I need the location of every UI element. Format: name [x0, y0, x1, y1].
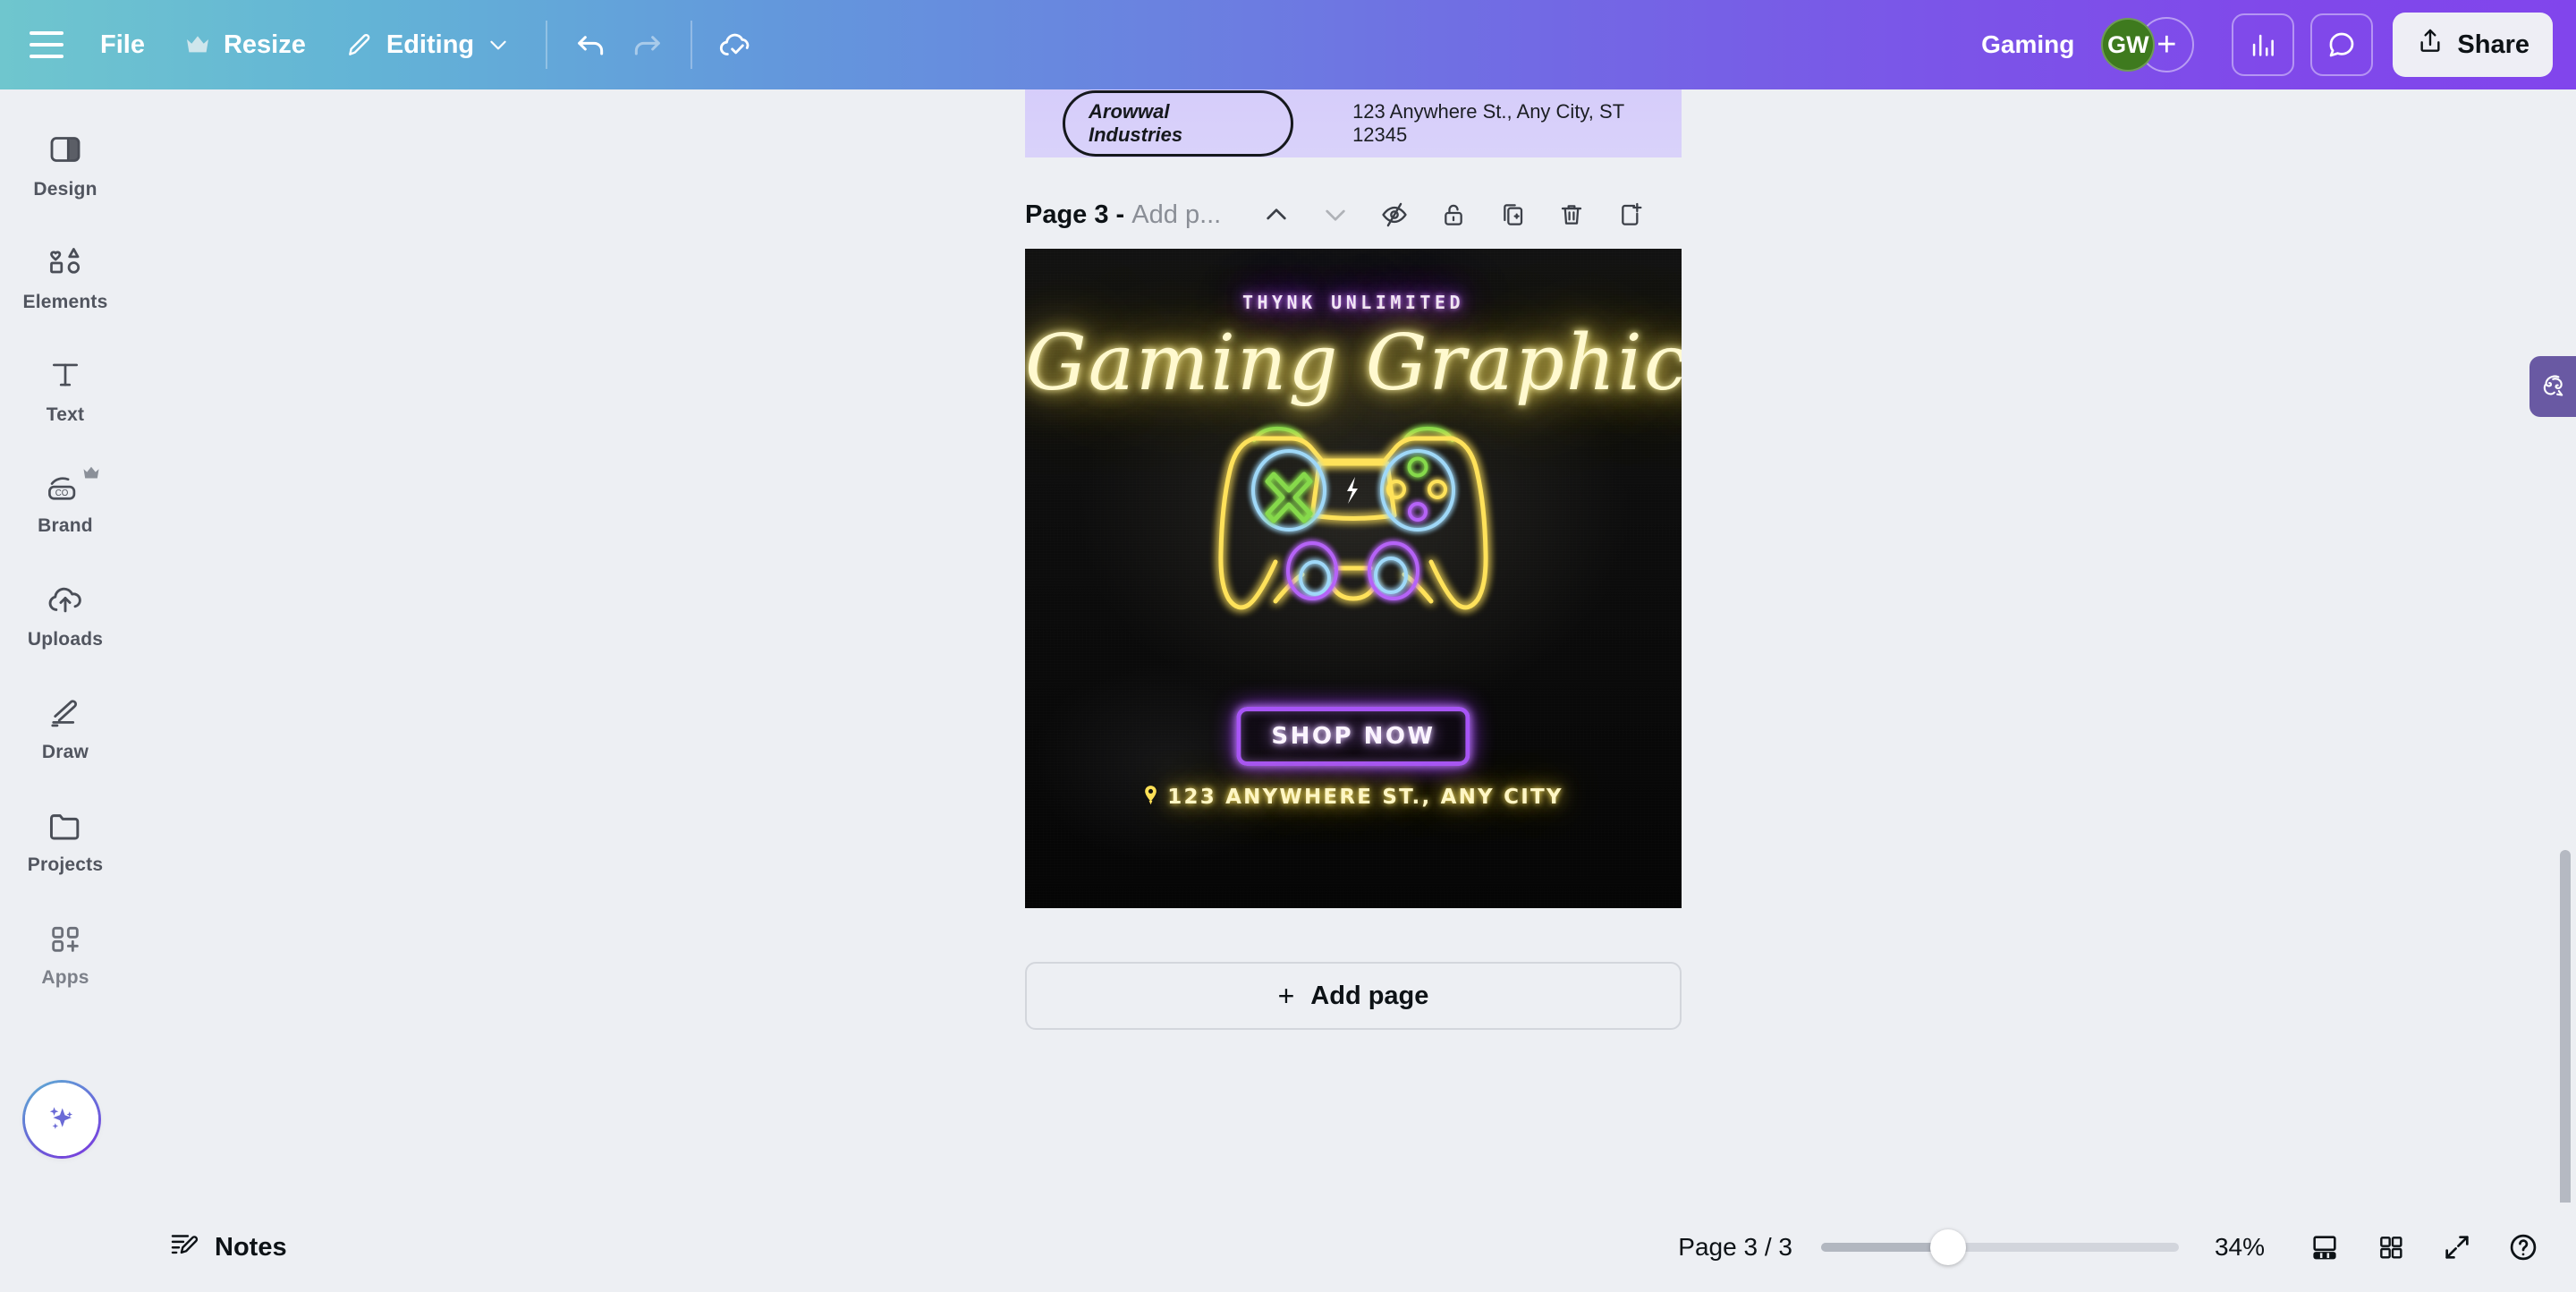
apps-grid-plus-icon [47, 922, 83, 960]
share-label: Share [2457, 30, 2529, 59]
previous-page-address: 123 Anywhere St., Any City, ST 12345 [1352, 100, 1624, 146]
zoom-slider-fill [1820, 1243, 1946, 1252]
duplicate-page-icon[interactable] [1487, 190, 1538, 240]
brand-kit-icon: CO [46, 472, 85, 508]
grid-view-icon[interactable] [2361, 1218, 2420, 1277]
sidebar-item-label: Uploads [27, 628, 104, 650]
toolbar-left-group: File Resize Editing [0, 0, 764, 89]
chevron-down-icon [487, 33, 510, 56]
location-pin-icon [1143, 786, 1158, 811]
toolbar-right-group: Gaming GW + Share [1981, 0, 2576, 89]
lock-icon[interactable] [1428, 190, 1479, 240]
chevron-down-icon[interactable] [1310, 190, 1360, 240]
canva-assistant-brain-icon[interactable] [2529, 356, 2576, 417]
help-question-icon[interactable] [2494, 1218, 2553, 1277]
design-artboard[interactable]: THYNK UNLIMITED Gaming Graphics SHOP NOW… [1025, 249, 1682, 908]
neon-game-controller-icon[interactable] [1206, 412, 1501, 684]
shop-now-button[interactable]: SHOP NOW [1236, 707, 1470, 766]
vertical-scrollbar[interactable] [2560, 850, 2571, 1244]
toolbar-divider-2 [691, 21, 693, 69]
page-counter: Page 3 / 3 [1678, 1233, 1792, 1261]
sidebar-item-draw[interactable]: Draw [10, 678, 121, 780]
cloud-check-icon[interactable] [708, 17, 764, 72]
collaborators: GW + [2101, 17, 2195, 72]
previous-page-preview[interactable]: Arowwal Industries 123 Anywhere St., Any… [1025, 89, 1682, 157]
file-menu-button[interactable]: File [80, 20, 165, 71]
zoom-slider-thumb[interactable] [1929, 1229, 1966, 1265]
sidebar-item-brand[interactable]: CO Brand [10, 453, 121, 555]
zoom-percentage[interactable]: 34% [2215, 1233, 2265, 1262]
undo-icon[interactable] [564, 17, 619, 72]
plus-icon: + [1277, 979, 1295, 1012]
sidebar-item-uploads[interactable]: Uploads [10, 565, 121, 667]
artwork-address-text[interactable]: 123 ANYWHERE ST., ANY CITY [1025, 786, 1682, 811]
hamburger-icon[interactable] [21, 20, 72, 70]
notes-label: Notes [215, 1232, 287, 1262]
cloud-upload-icon [46, 583, 85, 622]
avatar[interactable]: GW [2101, 18, 2156, 72]
expand-arrows-icon[interactable] [2428, 1218, 2487, 1277]
svg-text:CO: CO [55, 488, 69, 497]
crown-icon [81, 465, 101, 485]
top-toolbar: File Resize Editing Gaming GW + Share [0, 0, 2576, 89]
sidebar-item-projects[interactable]: Projects [10, 791, 121, 893]
sidebar-item-label: Draw [41, 741, 89, 762]
statusbar-right-group: Page 3 / 3 34% [1678, 1218, 2576, 1277]
page-layout-icon[interactable] [2295, 1218, 2354, 1277]
left-sidebar: Design Elements Text CO Brand Uploads Dr… [0, 89, 131, 1203]
brand-pill: Arowwal Industries [1063, 90, 1294, 157]
page-title-text: Page 3 - [1025, 200, 1132, 229]
sidebar-item-label: Elements [22, 291, 108, 312]
page-header-toolbar: Page 3 - Add p... [1025, 190, 1682, 240]
shapes-icon [47, 244, 84, 285]
notes-button[interactable]: Notes [152, 1218, 303, 1277]
add-page-icon[interactable] [1606, 190, 1656, 240]
bar-chart-icon[interactable] [2232, 13, 2295, 76]
design-panel-icon [47, 132, 83, 172]
artwork-kicker-text[interactable]: THYNK UNLIMITED [1025, 292, 1682, 313]
file-menu-label: File [100, 30, 145, 59]
resize-label: Resize [223, 30, 306, 59]
bottom-statusbar: Notes Page 3 / 3 34% [0, 1203, 2576, 1292]
add-page-button[interactable]: + Add page [1025, 962, 1682, 1030]
lightning-bolt-icon [1347, 477, 1358, 504]
eye-slash-icon[interactable] [1369, 190, 1419, 240]
sidebar-item-text[interactable]: Text [10, 340, 121, 442]
toolbar-divider [546, 21, 548, 69]
sidebar-item-label: Text [46, 404, 85, 425]
sidebar-item-label: Design [33, 178, 97, 200]
redo-icon[interactable] [619, 17, 674, 72]
folder-icon [47, 809, 84, 847]
chevron-up-icon[interactable] [1251, 190, 1301, 240]
sidebar-item-label: Apps [41, 966, 89, 988]
notes-pencil-icon [168, 1228, 199, 1266]
page-title-placeholder: Add p... [1131, 200, 1222, 229]
draw-pen-icon [47, 696, 84, 735]
artwork-headline-text[interactable]: Gaming Graphics [1025, 319, 1682, 408]
trash-icon[interactable] [1546, 190, 1597, 240]
sidebar-item-label: Brand [38, 514, 93, 536]
text-t-icon [48, 357, 82, 397]
canva-editor-window: File Resize Editing Gaming GW + Share De… [0, 0, 2576, 1292]
sidebar-item-elements[interactable]: Elements [10, 227, 121, 329]
canvas-workspace[interactable]: Arowwal Industries 123 Anywhere St., Any… [131, 89, 2576, 1203]
sidebar-item-design[interactable]: Design [10, 115, 121, 217]
magic-sparkles-icon[interactable] [22, 1080, 101, 1159]
comment-bubble-icon[interactable] [2310, 13, 2374, 76]
add-page-label: Add page [1310, 981, 1429, 1010]
share-button[interactable]: Share [2393, 13, 2553, 77]
sidebar-item-label: Projects [27, 854, 104, 875]
zoom-slider[interactable] [1820, 1229, 2179, 1265]
page-title[interactable]: Page 3 - Add p... [1025, 200, 1221, 230]
editing-label: Editing [386, 30, 475, 59]
sidebar-item-apps[interactable]: Apps [10, 904, 121, 1006]
document-title[interactable]: Gaming [1981, 30, 2074, 59]
editing-mode-button[interactable]: Editing [326, 20, 530, 71]
share-upload-icon [2416, 27, 2445, 63]
artwork-address-label: 123 ANYWHERE ST., ANY CITY [1167, 786, 1563, 809]
pencil-icon [345, 30, 374, 59]
crown-icon [184, 34, 211, 55]
resize-button[interactable]: Resize [165, 20, 326, 71]
